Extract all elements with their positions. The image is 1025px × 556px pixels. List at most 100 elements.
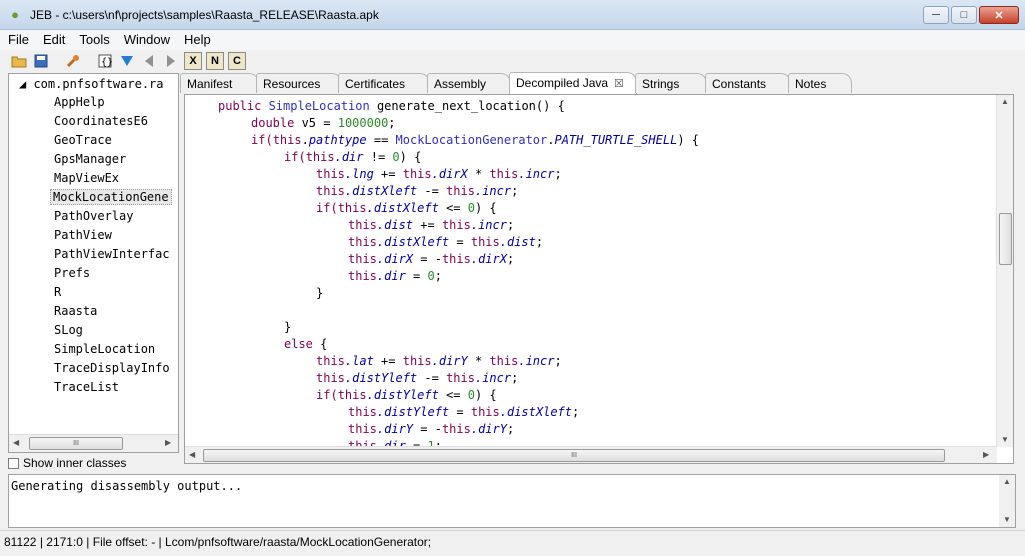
code-line: this.dir = 0; (348, 269, 442, 283)
tree-item[interactable]: AppHelp (52, 95, 107, 109)
tree-item[interactable]: Prefs (52, 266, 92, 280)
tree-item[interactable]: MapViewEx (52, 171, 121, 185)
tree-item[interactable]: PathView (52, 228, 114, 242)
tab-resources[interactable]: Resources (256, 73, 342, 93)
code-line: else { (284, 337, 328, 351)
code-line: if(this.distXleft <= 0) { (316, 201, 497, 215)
menu-window[interactable]: Window (116, 30, 176, 47)
view-tabs: Manifest Resources Certificates Assembly… (180, 72, 1025, 95)
tree-item[interactable]: PathViewInterfac (52, 247, 172, 261)
tab-decompiled-java[interactable]: Decompiled Java ☒ (509, 72, 637, 95)
tree-item-selected[interactable]: MockLocationGene (50, 189, 172, 205)
editor-vertical-scrollbar[interactable]: ▲ ▼ (996, 95, 1013, 447)
tab-constants[interactable]: Constants (705, 73, 791, 93)
console-panel[interactable]: Generating disassembly output... ▲ ▼ (8, 474, 1016, 528)
code-line: if(this.pathtype == MockLocationGenerato… (251, 133, 699, 147)
menu-file[interactable]: File (0, 30, 35, 47)
code-line: } (284, 320, 292, 334)
tree-item[interactable]: GeoTrace (52, 133, 114, 147)
package-node[interactable]: ◢ com.pnfsoftware.ra (19, 77, 164, 91)
x-button[interactable]: X (184, 52, 202, 70)
tab-label: Resources (263, 77, 321, 91)
tab-certificates[interactable]: Certificates (338, 73, 430, 93)
class-tree: ◢ com.pnfsoftware.ra AppHelp Coordinates… (9, 74, 178, 436)
code-line: if(this.distYleft <= 0) { (316, 388, 497, 402)
show-inner-classes-label: Show inner classes (23, 456, 127, 470)
close-button[interactable]: ✕ (979, 6, 1019, 24)
menu-help[interactable]: Help (176, 30, 217, 47)
scroll-up-icon[interactable]: ▲ (1003, 477, 1011, 486)
minimize-button[interactable]: ─ (923, 6, 949, 24)
code-line: double v5 = 1000000; (251, 116, 396, 130)
scroll-right-icon[interactable]: ▶ (983, 450, 989, 459)
tab-strings[interactable]: Strings (635, 73, 707, 93)
menu-edit[interactable]: Edit (35, 30, 71, 47)
tree-item[interactable]: SLog (52, 323, 85, 337)
class-tree-pane: ◢ com.pnfsoftware.ra AppHelp Coordinates… (8, 73, 179, 453)
svg-text:{}: {} (101, 57, 112, 68)
code-line: this.distXleft = this.dist; (348, 235, 544, 249)
menu-bar: File Edit Tools Window Help (0, 30, 1025, 50)
code-area[interactable]: public SimpleLocation generate_next_loca… (185, 97, 995, 447)
scroll-thumb[interactable]: III (29, 437, 123, 450)
scroll-thumb[interactable]: III (203, 449, 945, 462)
code-line: this.lng += this.dirX * this.incr; (316, 167, 562, 181)
save-icon[interactable] (32, 52, 50, 70)
code-line: this.lat += this.dirY * this.incr; (316, 354, 562, 368)
tree-item[interactable]: R (52, 285, 63, 299)
braces-icon[interactable]: {} (96, 52, 114, 70)
scroll-up-icon[interactable]: ▲ (1001, 97, 1009, 106)
scroll-down-icon[interactable]: ▼ (1003, 515, 1011, 524)
toolbar: {} X N C (0, 50, 1025, 72)
scroll-thumb[interactable] (999, 213, 1012, 265)
window-title: JEB - c:\users\nf\projects\samples\Raast… (30, 8, 379, 22)
n-button[interactable]: N (206, 52, 224, 70)
tree-item[interactable]: TraceList (52, 380, 121, 394)
c-button[interactable]: C (228, 52, 246, 70)
scroll-right-icon[interactable]: ▶ (165, 438, 171, 447)
tab-assembly[interactable]: Assembly (427, 73, 511, 93)
editor-horizontal-scrollbar[interactable]: ◀ III ▶ (185, 446, 997, 463)
forward-arrow-icon[interactable] (162, 52, 180, 70)
console-vertical-scrollbar[interactable]: ▲ ▼ (999, 475, 1015, 527)
show-inner-classes-option[interactable]: Show inner classes (8, 455, 126, 471)
code-line: this.dirX = -this.dirX; (348, 252, 515, 266)
tab-label: Strings (642, 77, 680, 91)
code-line: this.dist += this.incr; (348, 218, 515, 232)
tree-item[interactable]: PathOverlay (52, 209, 135, 223)
code-line: this.distXleft -= this.incr; (316, 184, 519, 198)
console-output: Generating disassembly output... (11, 479, 243, 493)
decompiled-code-view[interactable]: public SimpleLocation generate_next_loca… (184, 94, 1014, 464)
open-folder-icon[interactable] (10, 52, 28, 70)
close-tab-icon[interactable]: ☒ (614, 78, 624, 90)
wrench-icon[interactable] (64, 52, 82, 70)
code-line: this.dirY = -this.dirY; (348, 422, 515, 436)
show-inner-classes-checkbox[interactable] (8, 457, 19, 469)
tab-label: Manifest (187, 77, 233, 91)
tree-item[interactable]: GpsManager (52, 152, 128, 166)
tab-label: Assembly (434, 77, 487, 91)
code-line: public SimpleLocation generate_next_loca… (218, 99, 565, 113)
tree-item[interactable]: SimpleLocation (52, 342, 157, 356)
tree-horizontal-scrollbar[interactable]: ◀ III ▶ (9, 434, 178, 452)
tab-manifest[interactable]: Manifest (180, 73, 259, 93)
code-line: this.distYleft -= this.incr; (316, 371, 519, 385)
tab-notes[interactable]: Notes (788, 73, 852, 93)
scroll-left-icon[interactable]: ◀ (13, 438, 19, 447)
tab-label: Notes (795, 77, 827, 91)
tree-item[interactable]: TraceDisplayInfo (52, 361, 172, 375)
code-line: } (316, 286, 324, 300)
tab-label: Decompiled Java (516, 76, 609, 90)
tab-label: Constants (712, 77, 767, 91)
filter-icon[interactable] (118, 52, 136, 70)
tab-label: Certificates (345, 77, 406, 91)
tree-item[interactable]: CoordinatesE6 (52, 114, 150, 128)
status-bar: 81122 | 2171:0 | File offset: - | Lcom/p… (0, 530, 1025, 556)
menu-tools[interactable]: Tools (71, 30, 115, 47)
tree-item[interactable]: Raasta (52, 304, 99, 318)
back-arrow-icon[interactable] (140, 52, 158, 70)
code-line: if(this.dir != 0) { (284, 150, 422, 164)
scroll-down-icon[interactable]: ▼ (1001, 435, 1009, 444)
scroll-left-icon[interactable]: ◀ (189, 450, 195, 459)
maximize-button[interactable]: □ (951, 6, 977, 24)
